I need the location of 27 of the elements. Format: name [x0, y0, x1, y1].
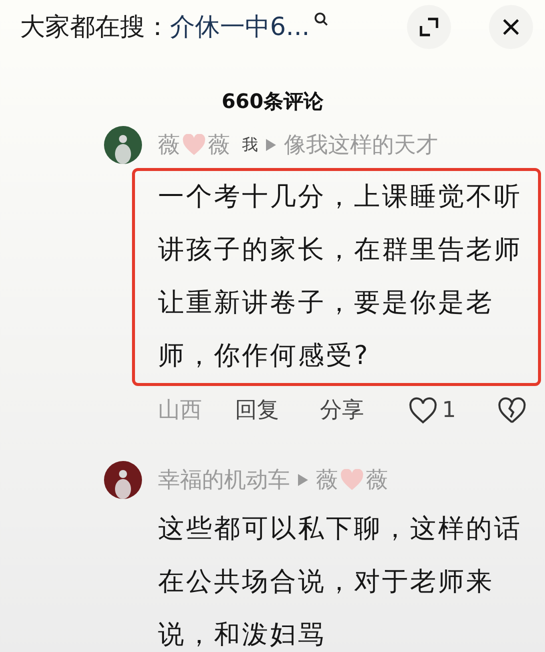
expand-icon: [419, 17, 439, 37]
share-link[interactable]: 分享: [320, 394, 408, 427]
location: 山西: [158, 397, 203, 425]
heart-icon: [339, 469, 365, 491]
avatar[interactable]: [104, 126, 142, 164]
search-label: 大家都在搜：: [20, 11, 170, 44]
search-query[interactable]: 介休一中6...: [170, 8, 310, 46]
username[interactable]: 薇 薇: [158, 128, 230, 162]
username[interactable]: 幸福的机动车: [158, 464, 290, 496]
close-button[interactable]: [489, 5, 533, 49]
heart-icon: [181, 134, 207, 156]
comment-text: 一个考十几分，上课睡觉不听讲孩子的家长，在群里告老师让重新讲卷子，要是你是老师，你作何感受?: [158, 181, 523, 373]
like-icon[interactable]: [408, 396, 438, 424]
expand-button[interactable]: [407, 5, 451, 49]
reply-link[interactable]: 回复: [235, 394, 320, 427]
username[interactable]: 薇 薇: [316, 464, 388, 496]
avatar[interactable]: [104, 461, 142, 499]
reply-target[interactable]: 像我这样的天才: [284, 128, 438, 162]
close-icon: [502, 18, 520, 36]
comment-text: 这些都可以私下聊，这样的话在公共场合说，对于老师来说，和泼妇骂: [158, 513, 523, 652]
me-tag: 我: [242, 133, 258, 157]
like-count: 1: [442, 397, 457, 425]
triangle-icon: [298, 474, 308, 486]
broken-heart-icon[interactable]: [497, 396, 527, 424]
triangle-icon: [266, 139, 276, 151]
search-icon[interactable]: [314, 12, 328, 26]
comment-count: 660条评论: [222, 88, 324, 115]
